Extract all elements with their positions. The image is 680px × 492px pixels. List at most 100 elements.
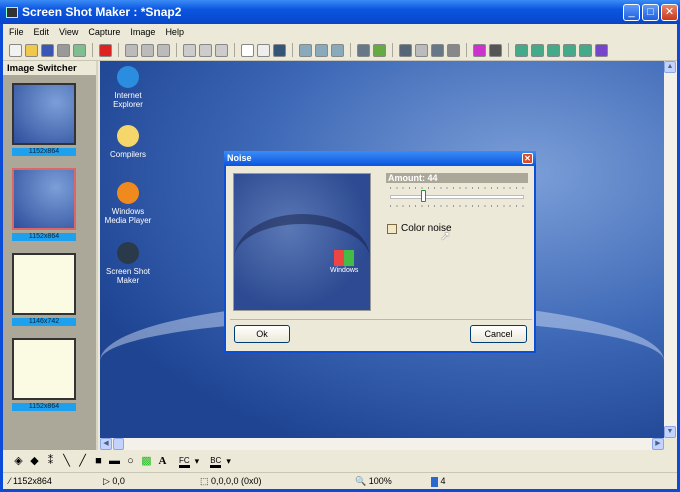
undo-icon[interactable] bbox=[141, 43, 154, 57]
scroll-down-button[interactable]: ▼ bbox=[664, 426, 676, 438]
window-capture-icon[interactable] bbox=[515, 43, 528, 57]
title-bar: Screen Shot Maker : *Snap2 bbox=[0, 0, 680, 24]
dialog-close-button[interactable]: ✕ bbox=[522, 153, 533, 164]
capture-icon[interactable] bbox=[125, 43, 138, 57]
checkbox-box[interactable] bbox=[387, 223, 397, 234]
status-size: ⁄ 1152x864 bbox=[9, 476, 52, 486]
toolbar-separator bbox=[118, 43, 119, 57]
minimize-button[interactable]: _ bbox=[623, 4, 640, 21]
zoom-icon[interactable] bbox=[315, 43, 328, 57]
crop-icon[interactable] bbox=[399, 43, 412, 57]
menu-help[interactable]: Help bbox=[165, 27, 184, 37]
desktop-icon[interactable]: Internet Explorer bbox=[104, 66, 152, 109]
close-button[interactable]: ✕ bbox=[661, 4, 678, 21]
desktop-icon[interactable]: Windows Media Player bbox=[104, 182, 152, 225]
rotate-icon[interactable] bbox=[431, 43, 444, 57]
image-switcher-panel: Image Switcher 1152x864 1152x864 1146x742 1… bbox=[3, 61, 98, 450]
horizontal-scrollbar[interactable]: ◀ ▶ bbox=[100, 438, 664, 450]
pipette-icon[interactable] bbox=[273, 43, 286, 57]
maximize-button[interactable]: □ bbox=[642, 4, 659, 21]
scroll-capture-icon[interactable] bbox=[579, 43, 592, 57]
thumbnail-label: 1152x864 bbox=[12, 233, 76, 241]
menu-capture[interactable]: Capture bbox=[88, 27, 120, 37]
paste-icon[interactable] bbox=[199, 43, 212, 57]
rectangle-icon[interactable]: ■ bbox=[93, 456, 104, 467]
object-capture-icon[interactable] bbox=[563, 43, 576, 57]
hand-icon[interactable] bbox=[241, 43, 254, 57]
thumbnail-image[interactable] bbox=[12, 253, 76, 315]
desktop-icon-image bbox=[117, 66, 139, 88]
cancel-button[interactable]: Cancel bbox=[470, 325, 527, 343]
toolbar-separator bbox=[234, 43, 235, 57]
noise-dialog: Noise ✕ Windows Amount: 44 Color noise ➚… bbox=[224, 151, 536, 353]
effects-icon[interactable] bbox=[373, 43, 386, 57]
copy-icon[interactable] bbox=[183, 43, 196, 57]
new-icon[interactable] bbox=[9, 43, 22, 57]
zoom-in-icon[interactable] bbox=[299, 43, 312, 57]
menu-edit[interactable]: Edit bbox=[34, 27, 50, 37]
scroll-right-button[interactable]: ▶ bbox=[652, 438, 664, 450]
main-toolbar bbox=[3, 40, 677, 61]
rounded-rect-icon[interactable]: ▬ bbox=[109, 456, 120, 467]
background-color-button[interactable]: BC bbox=[210, 456, 222, 468]
thumbnail-image[interactable] bbox=[12, 168, 76, 230]
open-icon[interactable] bbox=[25, 43, 38, 57]
region-capture-icon[interactable] bbox=[531, 43, 544, 57]
foreground-color-button[interactable]: FC bbox=[179, 456, 190, 468]
grid-icon[interactable] bbox=[415, 43, 428, 57]
print-icon[interactable] bbox=[57, 43, 70, 57]
brush-icon[interactable]: ◆ bbox=[29, 456, 40, 467]
save-icon[interactable] bbox=[41, 43, 54, 57]
scroll-up-button[interactable]: ▲ bbox=[664, 61, 676, 73]
desktop-icon-image bbox=[117, 242, 139, 264]
desktop-icon[interactable]: Compilers bbox=[104, 125, 152, 159]
desktop-icon[interactable]: Screen Shot Maker bbox=[104, 242, 152, 285]
desktop-icon-label: Screen Shot Maker bbox=[105, 267, 151, 285]
status-zoom: 🔍 100% bbox=[355, 476, 392, 486]
spray-icon[interactable]: ⁑ bbox=[45, 456, 56, 467]
resize-icon[interactable] bbox=[447, 43, 460, 57]
redo-icon[interactable] bbox=[157, 43, 170, 57]
window-title: Screen Shot Maker : *Snap2 bbox=[22, 5, 182, 19]
zoom-out-icon[interactable] bbox=[331, 43, 344, 57]
recycle-icon[interactable] bbox=[73, 43, 86, 57]
scroll-left-button[interactable]: ◀ bbox=[100, 438, 112, 450]
color-icon[interactable] bbox=[473, 43, 486, 57]
go-icon[interactable] bbox=[595, 43, 608, 57]
toolbar-separator bbox=[292, 43, 293, 57]
shadow-icon[interactable]: ▩ bbox=[141, 456, 152, 467]
menu-image[interactable]: Image bbox=[130, 27, 155, 37]
function-icon[interactable] bbox=[489, 43, 502, 57]
status-bar: ⁄ 1152x864 ▷ 0,0 ⬚ 0,0,0,0 (0x0) 🔍 100% … bbox=[3, 472, 677, 489]
thumbnail-image[interactable] bbox=[12, 83, 76, 145]
select-rect-icon[interactable] bbox=[257, 43, 270, 57]
menu-file[interactable]: File bbox=[9, 27, 24, 37]
paste-new-icon[interactable] bbox=[215, 43, 228, 57]
line-icon[interactable]: ╲ bbox=[61, 456, 72, 467]
slider-thumb[interactable] bbox=[420, 190, 426, 202]
status-image-count: 4 bbox=[431, 476, 446, 487]
screen-capture-icon[interactable] bbox=[547, 43, 560, 57]
text-icon[interactable]: A bbox=[157, 456, 168, 467]
vertical-scrollbar[interactable]: ▲ ▼ bbox=[664, 61, 677, 438]
ok-button[interactable]: Ok bbox=[234, 325, 290, 343]
menu-view[interactable]: View bbox=[59, 27, 78, 37]
image-switcher-title: Image Switcher bbox=[3, 61, 96, 75]
thumbnail-image[interactable] bbox=[12, 338, 76, 400]
status-selection: ⬚ 0,0,0,0 (0x0) bbox=[200, 476, 262, 486]
preview-logo-text: Windows bbox=[330, 267, 359, 274]
amount-slider[interactable] bbox=[390, 187, 524, 207]
pen-icon[interactable]: ╱ bbox=[77, 456, 88, 467]
fill-icon[interactable]: ◈ bbox=[13, 456, 24, 467]
list-icon[interactable] bbox=[357, 43, 370, 57]
flag-icon[interactable] bbox=[99, 43, 112, 57]
scroll-thumb[interactable] bbox=[113, 438, 124, 450]
noise-preview-image: Windows bbox=[233, 173, 371, 311]
desktop-icon-label: Compilers bbox=[109, 150, 146, 159]
dropdown-arrow-icon[interactable]: ▾ bbox=[226, 456, 231, 467]
ellipse-icon[interactable]: ○ bbox=[125, 456, 136, 467]
toolbar-separator bbox=[92, 43, 93, 57]
desktop-icon-label: Internet Explorer bbox=[113, 91, 143, 109]
toolbar-separator bbox=[176, 43, 177, 57]
dropdown-arrow-icon[interactable]: ▾ bbox=[195, 456, 200, 467]
